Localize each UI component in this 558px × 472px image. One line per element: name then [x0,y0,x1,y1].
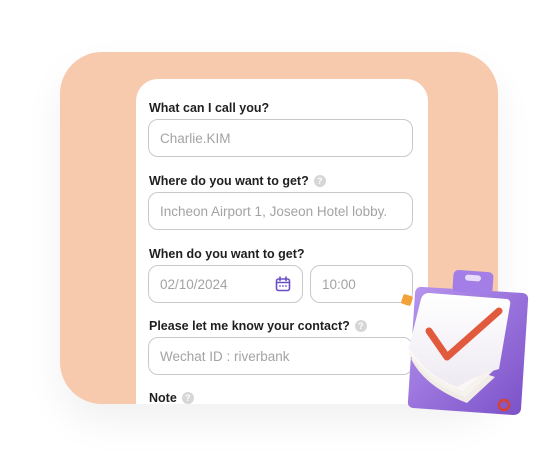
clipboard-illustration [407,269,529,415]
date-field[interactable]: 02/10/2024 [148,265,303,303]
destination-label: Where do you want to get? ? [149,174,326,188]
when-label: When do you want to get? [149,247,305,261]
contact-label: Please let me know your contact? ? [149,319,367,333]
name-field[interactable]: Charlie.KIM [148,119,413,157]
contact-field[interactable]: Wechat ID : riverbank [148,337,413,375]
name-label: What can I call you? [149,101,270,115]
note-label: Note ? [149,391,194,404]
destination-field[interactable]: Incheon Airport 1, Joseon Hotel lobby. [148,192,413,230]
help-icon[interactable]: ? [313,175,326,187]
booking-form-card: What can I call you? Charlie.KIM Where d… [136,79,428,404]
help-icon[interactable]: ? [181,392,194,404]
calendar-icon[interactable] [275,276,291,292]
help-icon[interactable]: ? [354,320,367,332]
